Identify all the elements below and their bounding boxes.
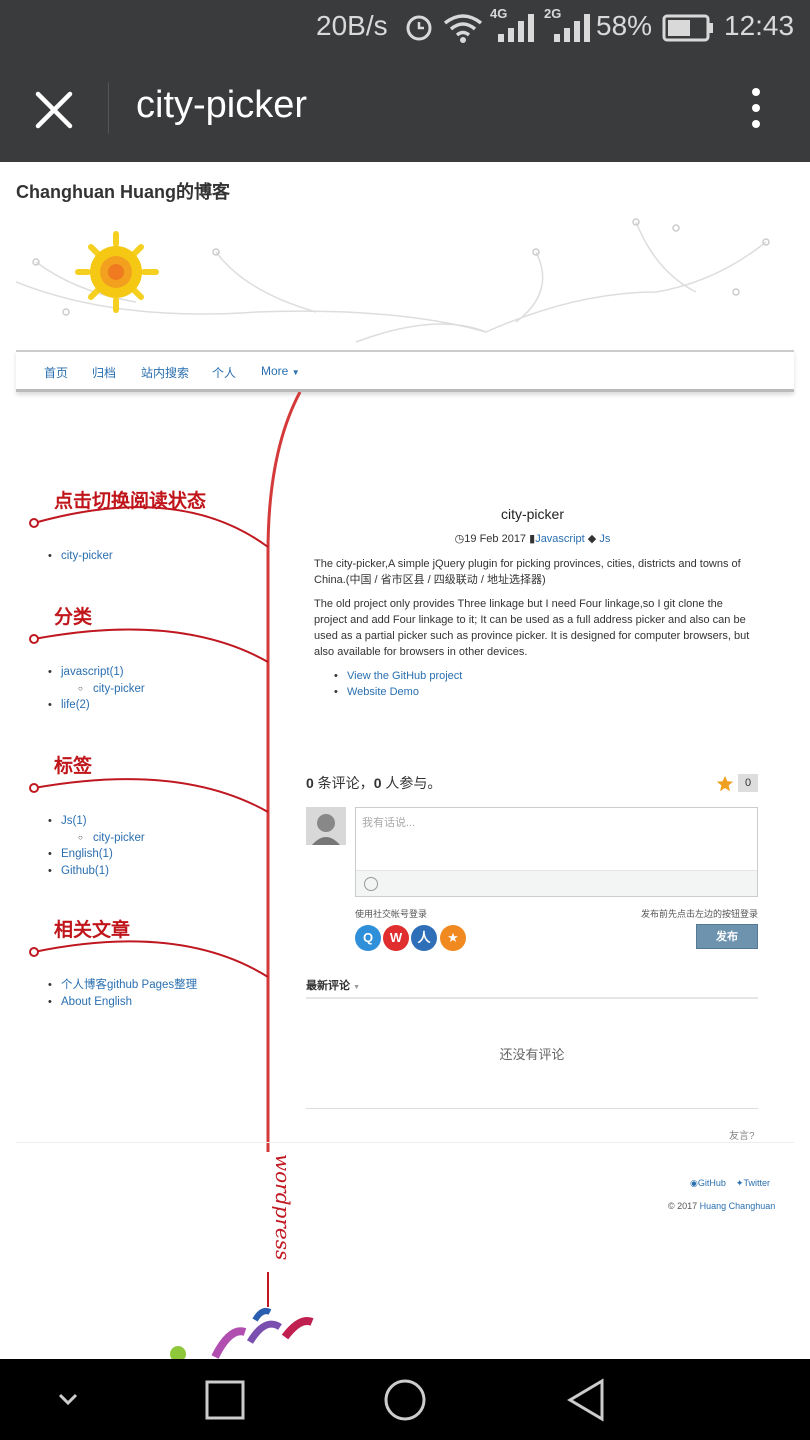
sidebar-link[interactable]: Js(1) [48, 813, 145, 830]
qq-icon[interactable]: Q [355, 925, 381, 951]
caret-down-icon: ▼ [291, 368, 300, 377]
sidebar-link[interactable]: city-picker [48, 548, 113, 565]
sidebar-heading-category: 分类 [54, 607, 93, 628]
banner-image [16, 218, 770, 343]
github-icon: ◉ [690, 1178, 698, 1188]
sidebar-link[interactable]: About English [48, 994, 197, 1011]
nav-more-label: More [261, 364, 289, 378]
footer-links: ◉GitHub ✦Twitter [690, 1178, 770, 1189]
website-demo-link[interactable]: Website Demo [347, 686, 419, 698]
more-vert-icon[interactable] [740, 84, 772, 132]
nav-bar: 首页 归档 站内搜索 个人 More ▼ [16, 350, 794, 392]
nav-home[interactable]: 首页 [44, 364, 68, 381]
comment-placeholder: 我有话说... [362, 817, 416, 829]
signal-icon [498, 14, 534, 42]
weibo-icon[interactable]: W [383, 925, 409, 951]
comment-count: 0 条评论，0 人参与。 [306, 773, 441, 793]
nav-search[interactable]: 站内搜索 [141, 364, 189, 381]
blog-title[interactable]: Changhuan Huang的博客 [16, 178, 230, 204]
renren-icon[interactable]: 人 [411, 925, 437, 951]
post-paragraph: The city-picker,A simple jQuery plugin f… [314, 558, 741, 586]
recents-icon[interactable] [204, 1379, 246, 1421]
github-link[interactable]: ◉GitHub [690, 1178, 726, 1188]
avatar-icon [306, 807, 346, 845]
signal-icon [554, 14, 590, 42]
sidebar-link[interactable]: 个人博客github Pages整理 [48, 977, 197, 994]
clock-icon: ◷ [454, 533, 465, 545]
post-paragraph: The old project only provides Three link… [314, 598, 750, 658]
post-tag-link[interactable]: Js [599, 533, 610, 545]
sidebar-link[interactable]: javascript(1) [48, 664, 145, 681]
sidebar-heading-related: 相关文章 [54, 920, 131, 941]
social-login-label: 使用社交帐号登录 [355, 909, 428, 919]
star-count: 0 [738, 774, 758, 792]
sidebar-list-category: javascript(1) city-picker life(2) [48, 664, 145, 714]
douban-icon[interactable]: ★ [440, 925, 466, 951]
wifi-icon [443, 14, 483, 43]
home-icon[interactable] [382, 1377, 428, 1423]
battery-icon [662, 14, 713, 42]
footer-divider [16, 1142, 794, 1143]
close-icon[interactable] [30, 86, 78, 134]
publish-button[interactable]: 发布 [696, 924, 758, 949]
post-category-link[interactable]: Javascript [535, 533, 585, 545]
star-icon [716, 775, 734, 792]
nav-archive[interactable]: 归档 [92, 364, 116, 381]
sidebar-link[interactable]: Github(1) [48, 863, 145, 880]
page-title: city-picker [136, 84, 308, 126]
battery-percent: 58% [596, 10, 653, 41]
comment-count-text: 条评论， [313, 775, 374, 791]
latest-comments-tab[interactable]: 最新评论 ▼ [306, 977, 360, 993]
system-nav-bar [0, 1359, 810, 1440]
divider [306, 997, 758, 999]
comment-input[interactable]: 我有话说... [355, 807, 758, 897]
clock-time: 12:43 [724, 10, 795, 41]
nav-more[interactable]: More ▼ [261, 364, 300, 378]
latest-comments-label: 最新评论 [306, 980, 350, 992]
back-icon[interactable] [564, 1377, 608, 1423]
copyright: © 2017 Huang Changhuan [668, 1201, 775, 1211]
sidebar-link[interactable]: life(2) [48, 697, 145, 714]
down-icon[interactable] [54, 1387, 82, 1411]
github-link-label: GitHub [697, 1178, 726, 1188]
title-divider [108, 82, 109, 134]
emoji-icon[interactable] [364, 877, 378, 891]
sidebar-list-tags: Js(1) city-picker English(1) Github(1) [48, 813, 145, 879]
caret-down-icon: ▼ [353, 984, 360, 991]
copyright-prefix: © 2017 [668, 1201, 700, 1211]
comment-toolbar [356, 870, 757, 896]
tags-icon: ◆ [587, 533, 597, 545]
status-bar: 20B/s 4G 2G 58% 12:43 [0, 0, 810, 54]
web-content: Changhuan Huang的博客 首页 归档 站内搜索 个人 More ▼ … [0, 162, 810, 1359]
post-meta: ◷19 Feb 2017 ▮Javascript ◆ Js [310, 532, 755, 545]
divider [306, 1108, 758, 1109]
sidebar-heading-toggle[interactable]: 点击切换阅读状态 [54, 486, 206, 513]
sidebar-link[interactable]: city-picker [48, 830, 145, 847]
people-count-text: 人参与。 [381, 775, 442, 791]
sidebar-heading-tags: 标签 [54, 756, 93, 777]
post-links: View the GitHub project Website Demo [314, 668, 754, 700]
sidebar-list-related: 个人博客github Pages整理 About English [48, 977, 197, 1010]
powered-by-link[interactable]: 友言? [729, 1127, 755, 1142]
star-button[interactable]: 0 [716, 774, 758, 794]
author-link[interactable]: Huang Changhuan [700, 1201, 776, 1211]
no-comments-text: 还没有评论 [499, 1047, 565, 1062]
twitter-link-label: Twitter [743, 1178, 770, 1188]
login-hint: 发布前先点击左边的按钮登录 [640, 909, 758, 919]
twitter-link[interactable]: ✦Twitter [736, 1178, 770, 1188]
comment-count-num: 0 [306, 775, 314, 791]
sidebar-list-toggle: city-picker [48, 548, 113, 565]
alarm-icon [406, 15, 432, 41]
thread-wordpress-text: wordpress [271, 1154, 295, 1260]
post-date: 19 Feb 2017 [464, 533, 527, 545]
title-bar: city-picker [0, 54, 810, 162]
nav-personal[interactable]: 个人 [212, 364, 236, 381]
sidebar-link[interactable]: English(1) [48, 846, 145, 863]
post-title: city-picker [500, 506, 564, 522]
post-body: The city-picker,A simple jQuery plugin f… [314, 556, 754, 700]
avatar [306, 807, 346, 845]
sidebar-link[interactable]: city-picker [48, 681, 145, 698]
github-project-link[interactable]: View the GitHub project [347, 670, 462, 682]
network-speed: 20B/s [316, 10, 388, 41]
